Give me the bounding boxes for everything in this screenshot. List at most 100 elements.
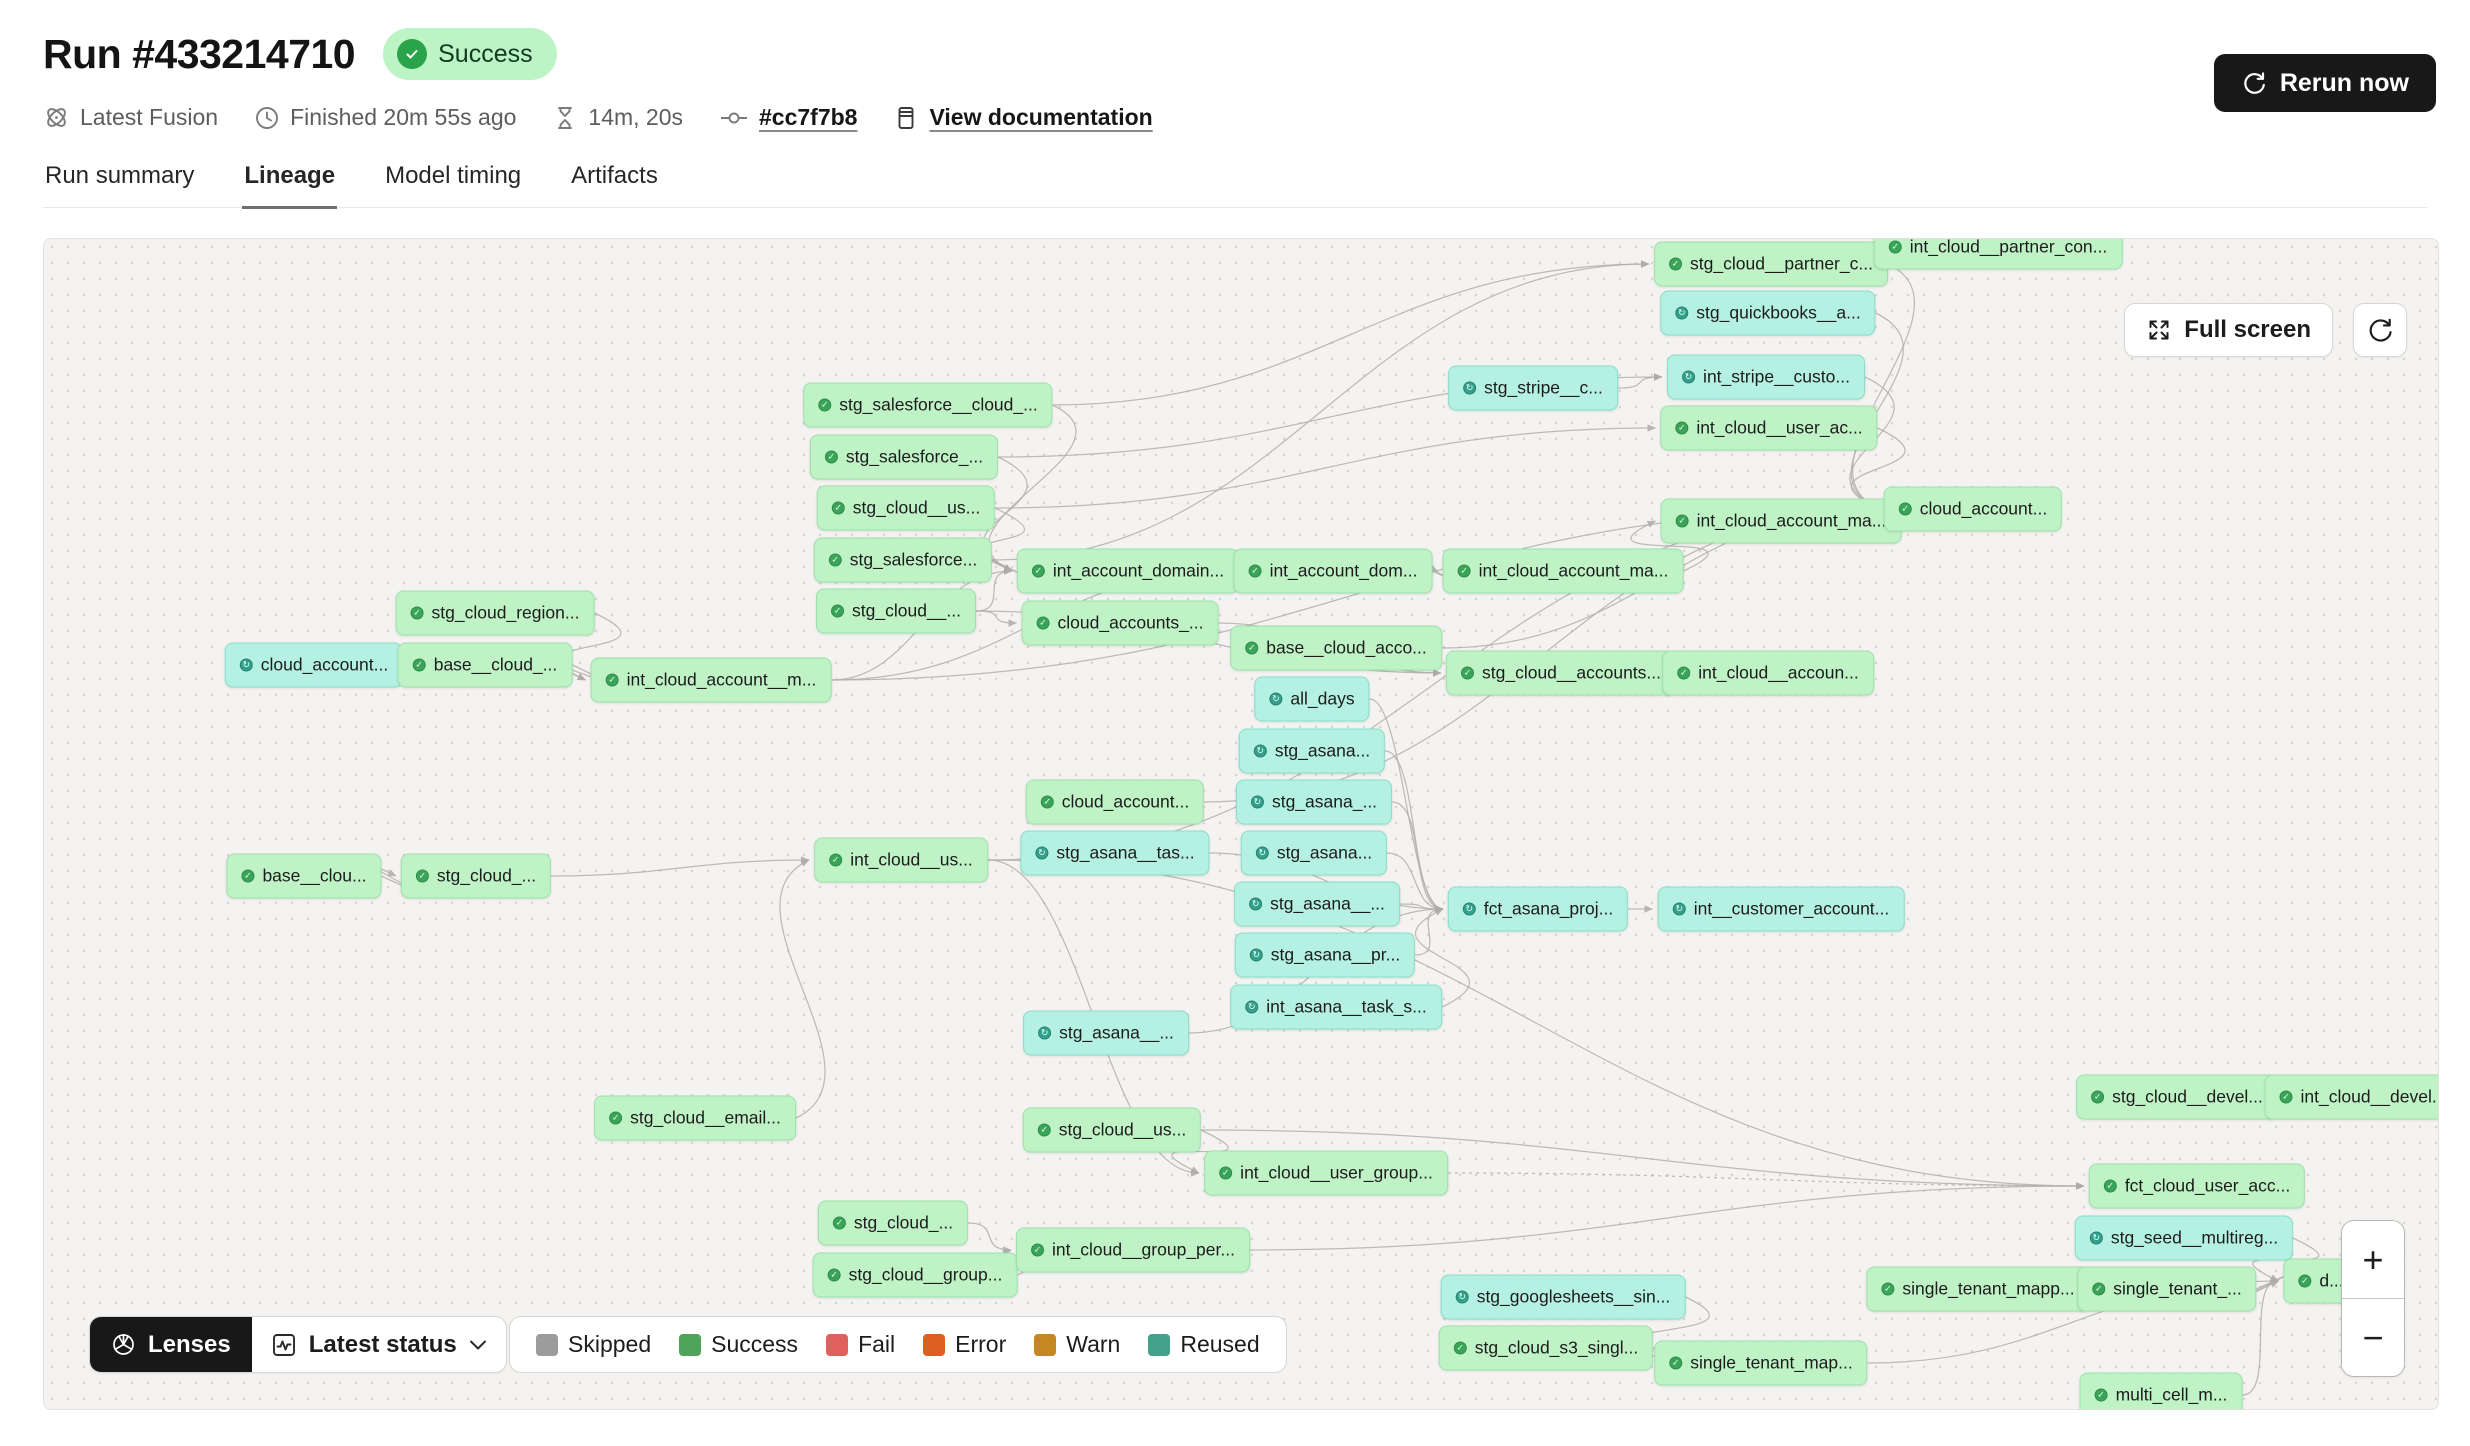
legend-item-fail: Fail: [826, 1331, 895, 1358]
reused-status-icon: ↻: [1463, 903, 1476, 916]
graph-node[interactable]: ↻stg_asana...: [1241, 831, 1387, 876]
graph-node[interactable]: ✓int_cloud__user_group...: [1204, 1151, 1448, 1196]
graph-node[interactable]: ↻stg_asana_...: [1236, 780, 1392, 825]
graph-node[interactable]: ✓ int_cloud__partner_con...: [1874, 238, 2123, 270]
graph-node[interactable]: ↻stg_googlesheets__sin...: [1441, 1275, 1686, 1320]
lineage-edge: [989, 405, 1076, 571]
graph-node[interactable]: ✓base__cloud_...: [398, 643, 573, 688]
graph-node[interactable]: ✓stg_cloud_...: [818, 1201, 968, 1246]
commit-link[interactable]: #cc7f7b8: [759, 104, 857, 131]
success-status-icon: ✓: [609, 1112, 622, 1125]
node-label: cloud_accounts_...: [1058, 613, 1204, 634]
graph-node[interactable]: ↻stg_seed__multireg...: [2075, 1216, 2293, 1261]
graph-node[interactable]: ↻all_days: [1254, 677, 1369, 722]
graph-node[interactable]: ✓stg_cloud__devel...: [2076, 1075, 2278, 1120]
tab-artifacts[interactable]: Artifacts: [569, 156, 660, 209]
refresh-icon: [2366, 316, 2394, 344]
graph-node[interactable]: ✓single_tenant_...: [2077, 1267, 2256, 1312]
graph-node[interactable]: ✓stg_cloud__accounts...: [1446, 651, 1676, 696]
graph-node[interactable]: ✓stg_cloud_s3_singl...: [1439, 1326, 1653, 1371]
lenses-button[interactable]: Lenses: [90, 1317, 252, 1372]
rerun-now-button[interactable]: Rerun now: [2214, 54, 2436, 112]
graph-node[interactable]: ↻int_asana__task_s...: [1230, 985, 1442, 1030]
node-label: cloud_account...: [261, 655, 388, 676]
graph-node[interactable]: ✓stg_cloud__...: [816, 589, 976, 634]
graph-node[interactable]: ✓stg_cloud__us...: [817, 486, 995, 531]
graph-node[interactable]: ✓stg_cloud__partner_c...: [1654, 242, 1888, 287]
graph-node[interactable]: ↻stg_asana__tas...: [1020, 831, 1209, 876]
graph-node[interactable]: ✓int_cloud_account_ma...: [1661, 499, 1902, 544]
graph-node[interactable]: ↻fct_asana_proj...: [1448, 887, 1628, 932]
graph-node[interactable]: ✓fct_cloud_user_acc...: [2089, 1164, 2305, 1209]
zoom-out-button[interactable]: −: [2342, 1299, 2404, 1376]
graph-node[interactable]: ✓stg_salesforce...: [814, 538, 992, 583]
graph-node[interactable]: ↻stg_asana__...: [1234, 882, 1400, 927]
legend-label: Error: [955, 1331, 1006, 1358]
graph-node[interactable]: ✓stg_cloud_...: [401, 854, 551, 899]
graph-node[interactable]: ✓int_cloud__us...: [814, 838, 988, 883]
graph-node[interactable]: ✓int_cloud_account__m...: [591, 658, 832, 703]
node-label: int_cloud__user_group...: [1240, 1163, 1433, 1184]
graph-node[interactable]: ↻stg_asana...: [1239, 729, 1385, 774]
node-label: single_tenant_mapp...: [1902, 1279, 2074, 1300]
node-label: stg_asana...: [1275, 741, 1370, 762]
lineage-canvas[interactable]: ✓stg_cloud__partner_c...↻stg_quickbooks_…: [43, 238, 2439, 1410]
node-label: int_account_dom...: [1270, 561, 1418, 582]
node-label: int_cloud__partner_con...: [1910, 238, 2108, 258]
tab-lineage[interactable]: Lineage: [242, 156, 337, 209]
graph-node[interactable]: ✓stg_salesforce_...: [810, 435, 998, 480]
graph-node[interactable]: ✓int_cloud__accoun...: [1662, 651, 1874, 696]
node-label: stg_cloud_region...: [432, 603, 580, 624]
graph-node[interactable]: ✓multi_cell_m...: [2080, 1373, 2243, 1411]
success-status-icon: ✓: [1889, 241, 1902, 254]
graph-node[interactable]: ✓cloud_account...: [1884, 487, 2062, 532]
graph-node[interactable]: ✓single_tenant_map...: [1654, 1341, 1867, 1386]
graph-node[interactable]: ↻stg_asana__...: [1023, 1011, 1189, 1056]
latest-status-dropdown[interactable]: Latest status: [252, 1317, 506, 1372]
reused-status-icon: ↻: [2090, 1232, 2103, 1245]
graph-node[interactable]: ✓stg_cloud__us...: [1023, 1108, 1201, 1153]
refresh-graph-button[interactable]: [2353, 303, 2407, 357]
graph-node[interactable]: ✓int_cloud__devel...: [2265, 1075, 2439, 1120]
success-status-icon: ✓: [1676, 515, 1689, 528]
tab-run-summary[interactable]: Run summary: [43, 156, 196, 209]
success-check-icon: [397, 39, 427, 69]
graph-node[interactable]: ✓stg_cloud__email...: [594, 1096, 796, 1141]
graph-node[interactable]: ✓int_cloud_account_ma...: [1443, 549, 1684, 594]
graph-node[interactable]: ↻stg_stripe__c...: [1448, 366, 1618, 411]
graph-node[interactable]: ↻stg_asana__pr...: [1235, 933, 1415, 978]
graph-node[interactable]: ↻int_stripe__custo...: [1667, 355, 1865, 400]
graph-node[interactable]: ✓cloud_account...: [1026, 780, 1204, 825]
latest-status-label: Latest status: [309, 1331, 457, 1359]
node-label: stg_cloud__partner_c...: [1690, 254, 1873, 275]
graph-node[interactable]: ✓int_account_dom...: [1234, 549, 1433, 594]
zoom-in-button[interactable]: +: [2342, 1221, 2404, 1298]
graph-node[interactable]: ✓base__clou...: [226, 854, 381, 899]
lineage-edge: [780, 860, 825, 1118]
node-label: stg_salesforce...: [850, 550, 977, 571]
graph-node[interactable]: ✓cloud_accounts_...: [1022, 601, 1219, 646]
node-label: stg_cloud__group...: [849, 1265, 1003, 1286]
graph-node[interactable]: ↻int__customer_account...: [1658, 887, 1905, 932]
graph-node[interactable]: ✓int_account_domain...: [1017, 549, 1239, 594]
graph-node[interactable]: ✓int_cloud__group_per...: [1016, 1228, 1250, 1273]
graph-node[interactable]: ↻stg_quickbooks__a...: [1660, 291, 1875, 336]
tab-model-timing[interactable]: Model timing: [383, 156, 523, 209]
legend-label: Reused: [1180, 1331, 1259, 1358]
node-label: stg_salesforce_...: [846, 447, 983, 468]
graph-node[interactable]: ✓base__cloud_acco...: [1230, 626, 1442, 671]
lineage-edge: [1415, 909, 1443, 955]
chevron-down-icon: [469, 1339, 487, 1351]
graph-node[interactable]: ✓int_cloud__user_ac...: [1660, 406, 1877, 451]
view-documentation-link[interactable]: View documentation: [929, 104, 1152, 131]
graph-node[interactable]: ✓single_tenant_mapp...: [1866, 1267, 2089, 1312]
graph-node[interactable]: ✓stg_cloud_region...: [396, 591, 595, 636]
graph-node[interactable]: ↻cloud_account...: [225, 643, 403, 688]
lineage-edge: [992, 264, 1649, 560]
success-status-icon: ✓: [1038, 1124, 1051, 1137]
graph-node[interactable]: ✓stg_cloud__group...: [813, 1253, 1018, 1298]
reused-status-icon: ↻: [1463, 382, 1476, 395]
fullscreen-button[interactable]: Full screen: [2124, 303, 2333, 357]
tab-bar: Run summary Lineage Model timing Artifacts: [43, 156, 2427, 208]
graph-node[interactable]: ✓stg_salesforce__cloud_...: [803, 383, 1052, 428]
